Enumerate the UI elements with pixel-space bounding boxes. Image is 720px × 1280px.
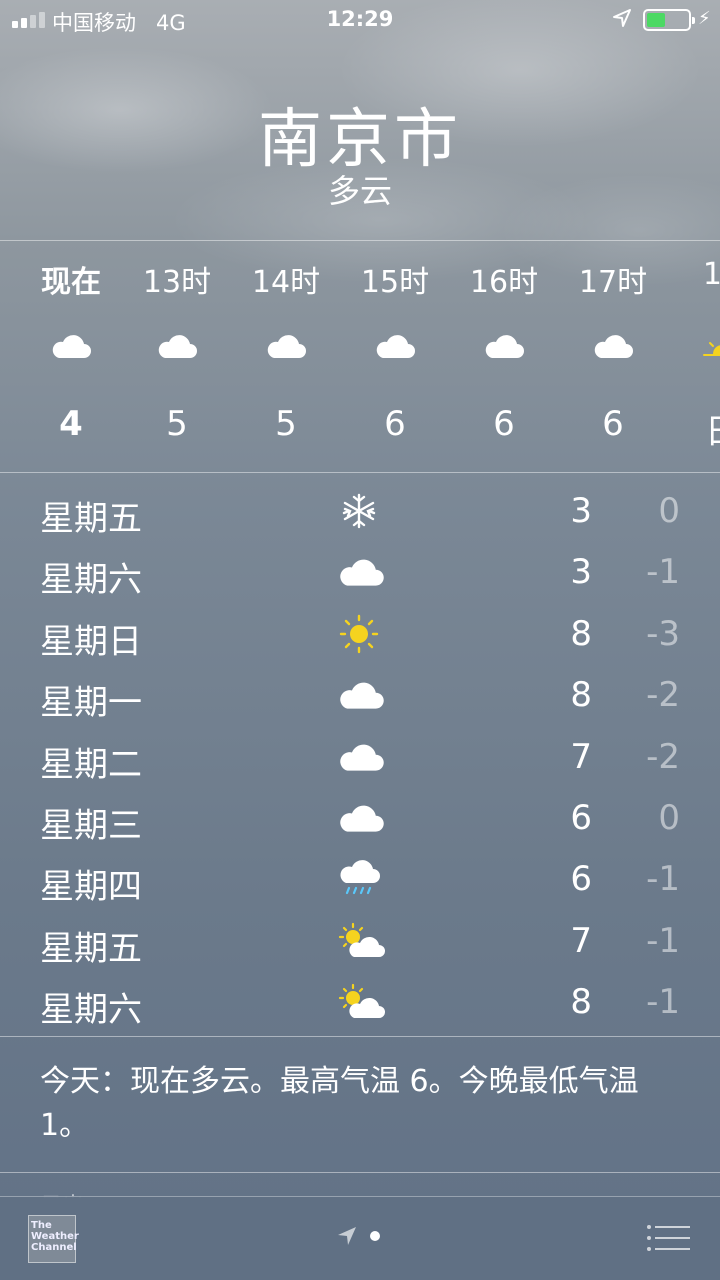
weather-channel-logo[interactable]: The Weather Channel [28, 1215, 79, 1263]
day-name: 星期五 [40, 499, 142, 539]
day-name: 星期五 [40, 928, 142, 969]
daily-row: 星期六 3 -1 [0, 542, 720, 603]
cloud-icon [336, 552, 386, 592]
daily-row: 星期五 3 0 [0, 481, 720, 542]
day-name: 星期四 [40, 867, 142, 908]
bottom-toolbar: The Weather Channel [0, 1196, 720, 1280]
hour-label: 13时 [142, 265, 212, 300]
day-name: 星期六 [40, 990, 142, 1031]
page-indicator[interactable] [336, 1225, 380, 1247]
hour-label: 17时 [578, 265, 648, 300]
low-temperature: 0 [658, 491, 680, 531]
daily-row: 星期日 8 -3 [0, 604, 720, 665]
hour-temperature: 4 [59, 404, 83, 444]
divider [0, 472, 720, 473]
daily-row: 星期五 7 -1 [0, 911, 720, 972]
hour-label: 现在 [41, 265, 101, 300]
hour-temperature: 5 [166, 404, 188, 444]
day-name: 星期六 [40, 560, 142, 601]
daily-forecast[interactable]: 星期五 3 0 星期六 3 -1 星期日 8 -3 星期一 8 -2 星期二 7 -2 星期三 6 0 星期四 6 -1… [0, 481, 720, 1034]
snow-icon [336, 491, 386, 531]
daily-row: 星期三 6 0 [0, 788, 720, 849]
day-name: 星期一 [40, 683, 142, 724]
low-temperature: -1 [646, 859, 680, 900]
hourly-forecast[interactable]: 现在 4 13时 5 14时 5 15时 6 16时 6 17时 6 17 日 [0, 241, 720, 472]
low-temperature: 0 [658, 797, 680, 838]
current-location-arrow-icon [338, 1227, 356, 1245]
divider [0, 1036, 720, 1037]
cloud-icon [336, 798, 386, 838]
current-condition: 多云 [327, 172, 392, 210]
high-temperature: 8 [570, 613, 592, 654]
day-name: 星期二 [40, 744, 142, 785]
high-temperature: 3 [570, 491, 592, 531]
high-temperature: 6 [570, 859, 592, 900]
daily-row: 星期一 8 -2 [0, 665, 720, 726]
cloud-icon [264, 331, 308, 361]
partly-cloudy-icon [336, 982, 386, 1022]
cloud-icon [591, 331, 635, 361]
hour-temperature: 6 [602, 404, 624, 444]
low-temperature: -2 [646, 675, 680, 716]
high-temperature: 6 [570, 797, 592, 838]
high-temperature: 8 [570, 982, 592, 1023]
hour-temperature: 6 [493, 404, 515, 444]
charging-icon: ⚡ [698, 8, 711, 29]
low-temperature: -1 [646, 982, 680, 1023]
sun-icon [336, 614, 386, 654]
divider [0, 1172, 720, 1173]
high-temperature: 7 [570, 920, 592, 961]
low-temperature: -3 [646, 613, 680, 654]
high-temperature: 8 [570, 675, 592, 716]
page-dot [370, 1231, 380, 1241]
high-temperature: 7 [570, 736, 592, 777]
cloud-icon [336, 675, 386, 715]
hour-label: 15时 [360, 265, 430, 300]
low-temperature: -1 [646, 552, 680, 593]
hour-temperature: 5 [275, 404, 297, 444]
daily-row: 星期二 7 -2 [0, 727, 720, 788]
day-name: 星期日 [40, 621, 142, 662]
high-temperature: 3 [570, 552, 592, 593]
low-temperature: -1 [646, 920, 680, 961]
cloud-icon [155, 331, 199, 361]
cloud-icon [49, 331, 93, 361]
day-name: 星期三 [40, 805, 142, 846]
low-temperature: -2 [646, 736, 680, 777]
hour-label: 17 [702, 257, 720, 292]
daily-row: 星期四 6 -1 [0, 849, 720, 910]
hour-label: 16时 [469, 265, 539, 300]
cloud-icon [336, 737, 386, 777]
sunset-icon [700, 331, 720, 361]
rain-icon [336, 859, 386, 899]
city-list-icon[interactable] [646, 1223, 690, 1253]
hour-temperature: 日 [667, 404, 720, 453]
partly-cloudy-icon [336, 921, 386, 961]
hour-temperature: 6 [384, 404, 406, 444]
daily-row: 星期六 8 -1 [0, 972, 720, 1033]
today-summary: 今天：现在多云。最高气温 6。今晚最低气温 1。 [40, 1064, 639, 1143]
location-arrow-icon [613, 9, 631, 27]
battery-icon [643, 9, 695, 31]
cloud-icon [482, 331, 526, 361]
cloud-icon [373, 331, 417, 361]
hour-label: 14时 [251, 265, 321, 300]
status-bar: 中国移动 4G 12:29 ⚡ [0, 0, 720, 40]
